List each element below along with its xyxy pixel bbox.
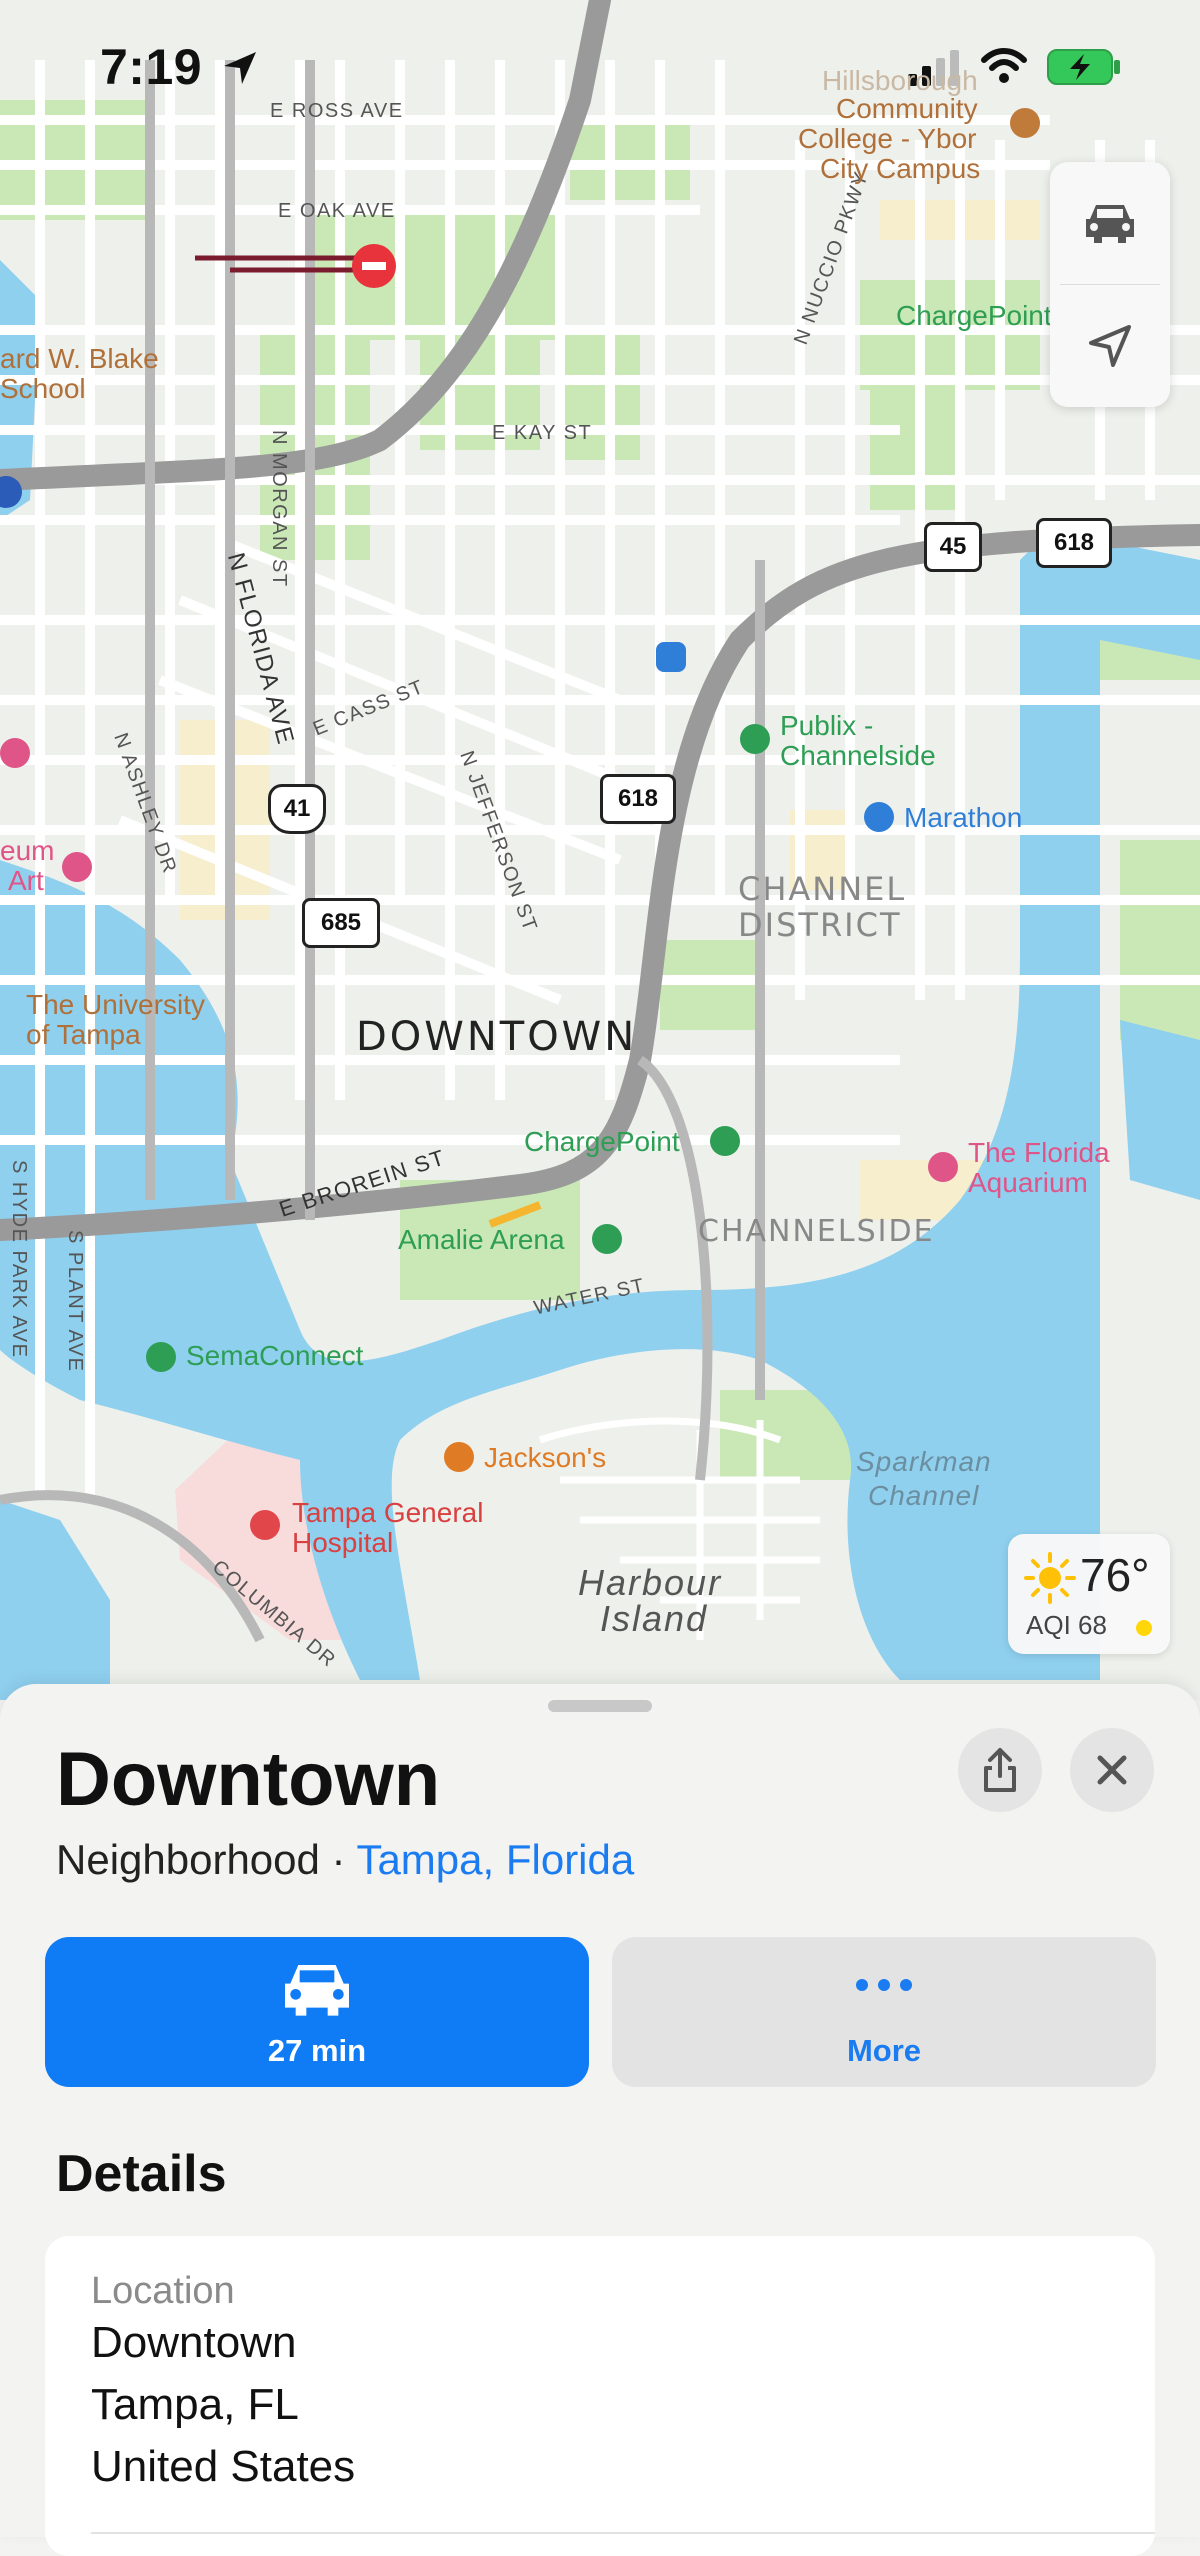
sun-icon: [1024, 1552, 1076, 1604]
close-icon: [1097, 1755, 1127, 1785]
address-line: United States: [91, 2442, 356, 2491]
weather-temperature: 76°: [1080, 1549, 1150, 1601]
more-button[interactable]: More: [612, 1937, 1156, 2087]
district-label: CHANNEL: [738, 870, 907, 908]
poi-label[interactable]: The Florida: [968, 1138, 1110, 1168]
gas-station-pin-icon[interactable]: [864, 802, 894, 832]
district-label: DOWNTOWN: [356, 1014, 638, 1060]
poi-label[interactable]: City Campus: [820, 154, 980, 184]
route-shield: 618: [1036, 518, 1112, 568]
restaurant-pin-icon[interactable]: [444, 1442, 474, 1472]
street-label: E ROSS AVE: [270, 100, 404, 122]
location-card: Location Downtown Tampa, FL United State…: [45, 2236, 1155, 2556]
poi-label[interactable]: Hospital: [292, 1528, 393, 1558]
city-link[interactable]: Tampa, Florida: [356, 1836, 634, 1883]
card-divider: [91, 2532, 1155, 2534]
more-label: More: [846, 2033, 922, 2068]
place-subtitle: Neighborhood · Tampa, Florida: [56, 1836, 634, 1884]
poi-label[interactable]: ChargePoint: [896, 300, 1052, 332]
poi-label[interactable]: Marathon: [904, 802, 1022, 834]
poi-label[interactable]: ChargePoint: [524, 1126, 680, 1158]
place-type: Neighborhood ·: [56, 1836, 357, 1883]
ev-charger-pin-icon[interactable]: [710, 1126, 740, 1156]
share-button[interactable]: [958, 1728, 1042, 1812]
route-shield: 685: [302, 898, 380, 948]
wifi-icon: [981, 48, 1027, 83]
address-line: Tampa, FL: [91, 2380, 299, 2429]
battery-charging-icon: [1047, 49, 1120, 85]
ellipsis-icon: [856, 1979, 912, 1991]
street-label: N MORGAN ST: [268, 430, 290, 588]
close-button[interactable]: [1070, 1728, 1154, 1812]
map-controls: [1050, 162, 1170, 407]
museum-pin-icon[interactable]: [0, 738, 30, 768]
track-location-button[interactable]: [1050, 285, 1170, 407]
place-title: Downtown: [56, 1737, 441, 1822]
route-shield: 618: [600, 774, 676, 824]
ev-charger-pin-icon[interactable]: [146, 1342, 176, 1372]
poi-label[interactable]: ard W. Blake: [0, 344, 159, 374]
sheet-grabber[interactable]: [548, 1700, 652, 1712]
location-arrow-icon: [224, 52, 256, 84]
weather-widget[interactable]: 76° AQI 68: [1008, 1534, 1170, 1654]
hospital-pin-icon[interactable]: [250, 1510, 280, 1540]
directions-time: 27 min: [267, 2033, 367, 2068]
district-label: CHANNELSIDE: [698, 1214, 935, 1249]
car-icon: [1086, 205, 1134, 243]
poi-label[interactable]: The University: [26, 990, 205, 1020]
water-label: Sparkman: [856, 1446, 992, 1477]
transport-mode-button[interactable]: [1050, 162, 1170, 284]
poi-label[interactable]: School: [0, 374, 86, 404]
poi-label[interactable]: Aquarium: [968, 1168, 1088, 1198]
street-label: S PLANT AVE: [64, 1230, 86, 1373]
aqi-indicator-dot: [1136, 1620, 1152, 1636]
poi-label[interactable]: Hillsborough: [822, 66, 978, 96]
poi-label[interactable]: Art: [8, 866, 44, 896]
status-time: 7:19: [100, 39, 203, 95]
grocery-pin-icon[interactable]: [740, 724, 770, 754]
street-label: E KAY ST: [492, 422, 593, 444]
map-view[interactable]: 7:19 E ROSS AVE E OAK AVE E KAY ST N NUC…: [0, 0, 1200, 1700]
poi-label[interactable]: Jackson's: [484, 1442, 606, 1474]
street-label: E OAK AVE: [278, 200, 396, 222]
poi-label[interactable]: Publix -: [780, 710, 873, 742]
address-line: Downtown: [91, 2318, 297, 2367]
district-label: DISTRICT: [738, 906, 902, 944]
share-icon: [984, 1748, 1016, 1792]
poi-label[interactable]: Tampa General: [292, 1498, 483, 1528]
arena-pin-icon[interactable]: [592, 1224, 622, 1254]
education-pin-icon[interactable]: [1010, 108, 1040, 138]
location-label: Location: [91, 2270, 235, 2312]
poi-label[interactable]: of Tampa: [26, 1020, 141, 1050]
details-heading: Details: [56, 2145, 227, 2203]
location-arrow-icon: [1089, 325, 1131, 367]
poi-label[interactable]: SemaConnect: [186, 1340, 363, 1372]
poi-label[interactable]: eum: [0, 836, 54, 866]
directions-button[interactable]: 27 min: [45, 1937, 589, 2087]
museum-pin-icon[interactable]: [62, 852, 92, 882]
car-icon: [285, 1965, 349, 2016]
poi-label[interactable]: Amalie Arena: [398, 1224, 565, 1256]
route-shield: 41: [268, 784, 326, 834]
water-label: Channel: [868, 1480, 980, 1511]
aquarium-pin-icon[interactable]: [928, 1152, 958, 1182]
route-shield: 45: [924, 522, 982, 572]
place-card-sheet[interactable]: Downtown Neighborhood · Tampa, Florida 2…: [0, 1684, 1200, 2556]
poi-label[interactable]: Community: [836, 94, 978, 124]
transit-pin-icon[interactable]: [656, 642, 686, 672]
district-label: Island: [600, 1598, 709, 1639]
air-quality-index: AQI 68: [1026, 1610, 1107, 1640]
street-label: S HYDE PARK AVE: [8, 1160, 30, 1359]
poi-label[interactable]: College - Ybor: [798, 124, 976, 154]
poi-label[interactable]: Channelside: [780, 740, 936, 772]
